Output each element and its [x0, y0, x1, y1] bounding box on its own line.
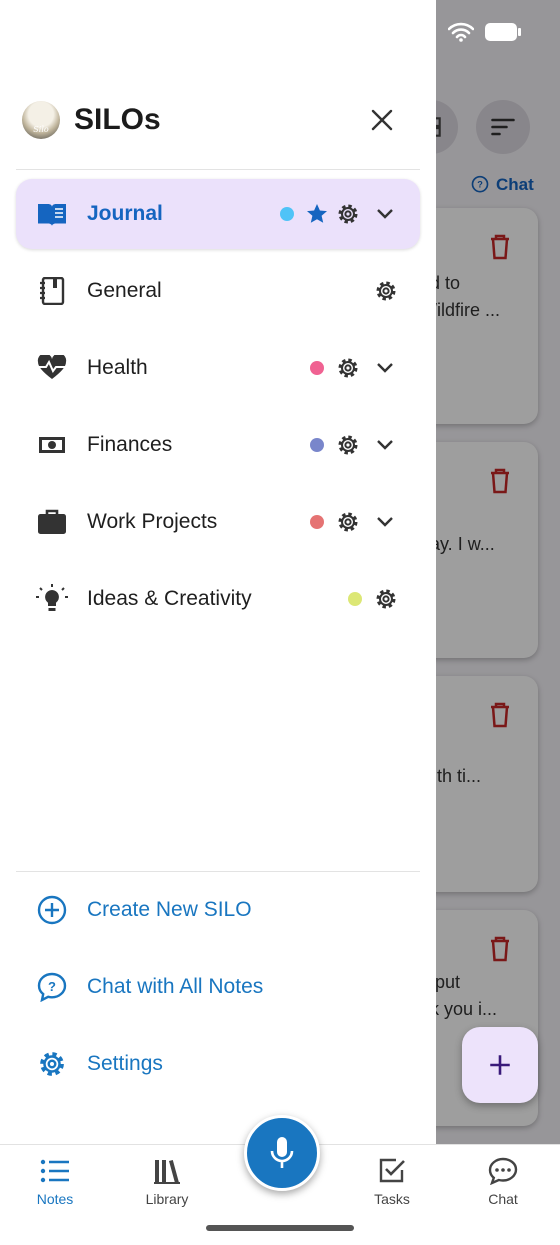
microphone-icon	[270, 1137, 294, 1168]
home-indicator	[206, 1225, 354, 1231]
chat-all-notes-button[interactable]: ? Chat with All Notes	[16, 957, 420, 1017]
silo-item-work-projects[interactable]: Work Projects	[16, 487, 420, 557]
gear-icon[interactable]	[373, 586, 399, 612]
gear-icon[interactable]	[335, 509, 361, 535]
close-icon	[371, 109, 393, 131]
close-drawer-button[interactable]	[362, 100, 402, 140]
battery-icon	[485, 23, 521, 41]
action-label: Chat with All Notes	[87, 975, 264, 998]
notebook-icon	[36, 275, 68, 307]
chevron-down-icon[interactable]	[372, 509, 398, 535]
silo-label: Work Projects	[87, 510, 218, 533]
gear-icon[interactable]	[335, 201, 361, 227]
list-icon	[40, 1159, 69, 1183]
divider	[16, 871, 420, 872]
gear-icon[interactable]	[335, 432, 361, 458]
silo-item-general[interactable]: General	[16, 256, 420, 326]
chat-bubble-icon	[488, 1157, 518, 1185]
nav-tab-chat[interactable]: Chat	[453, 1157, 553, 1207]
favorite-star-icon[interactable]	[304, 201, 330, 227]
avatar-label: Silo	[33, 125, 49, 134]
silo-item-ideas-creativity[interactable]: Ideas & Creativity	[16, 564, 420, 634]
action-label: Settings	[87, 1052, 163, 1075]
create-silo-button[interactable]: Create New SILO	[16, 880, 420, 940]
chevron-down-icon[interactable]	[372, 201, 398, 227]
voice-record-button[interactable]	[244, 1115, 320, 1191]
add-note-button[interactable]	[462, 1027, 538, 1103]
silo-item-finances[interactable]: Finances	[16, 410, 420, 480]
chat-question-icon: ?	[36, 971, 68, 1003]
silo-color-dot	[280, 207, 294, 221]
settings-button[interactable]: Settings	[16, 1034, 420, 1094]
action-label: Create New SILO	[87, 898, 252, 921]
silo-item-journal[interactable]: Journal	[16, 179, 420, 249]
drawer-title: SILOs	[74, 103, 161, 136]
silo-label: General	[87, 279, 162, 302]
silo-label: Ideas & Creativity	[87, 587, 252, 610]
gear-icon	[36, 1048, 68, 1080]
drawer-header: Silo SILOs	[22, 98, 412, 142]
silos-drawer: Silo SILOs Journal General Health Financ…	[0, 0, 436, 1144]
silo-item-health[interactable]: Health	[16, 333, 420, 403]
plus-icon	[490, 1055, 510, 1075]
wifi-icon	[448, 22, 474, 42]
svg-text:?: ?	[48, 979, 56, 994]
chevron-down-icon[interactable]	[372, 432, 398, 458]
nav-label: Notes	[36, 1191, 74, 1207]
silo-color-dot	[310, 515, 324, 529]
silo-color-dot	[310, 361, 324, 375]
nav-tab-tasks[interactable]: Tasks	[342, 1157, 442, 1207]
gear-icon[interactable]	[373, 278, 399, 304]
silo-label: Journal	[87, 202, 163, 225]
status-bar-icons	[426, 22, 522, 42]
plus-circle-icon	[36, 894, 68, 926]
silo-label: Finances	[87, 433, 173, 456]
library-icon	[154, 1160, 180, 1184]
nav-label: Tasks	[374, 1191, 410, 1207]
silo-label: Health	[87, 356, 148, 379]
nav-label: Chat	[488, 1191, 518, 1207]
banknote-icon	[36, 429, 68, 461]
silo-color-dot	[348, 592, 362, 606]
silo-color-dot	[310, 438, 324, 452]
open-book-icon	[36, 198, 68, 230]
divider	[16, 169, 420, 170]
checkbox-icon	[379, 1158, 405, 1183]
gear-icon[interactable]	[335, 355, 361, 381]
avatar: Silo	[22, 101, 60, 139]
lightbulb-icon	[36, 583, 68, 615]
chevron-down-icon[interactable]	[372, 355, 398, 381]
nav-tab-notes[interactable]: Notes	[5, 1157, 105, 1207]
briefcase-icon	[36, 506, 68, 538]
nav-label: Library	[145, 1191, 189, 1207]
heart-pulse-icon	[36, 352, 68, 384]
nav-tab-library[interactable]: Library	[117, 1157, 217, 1207]
